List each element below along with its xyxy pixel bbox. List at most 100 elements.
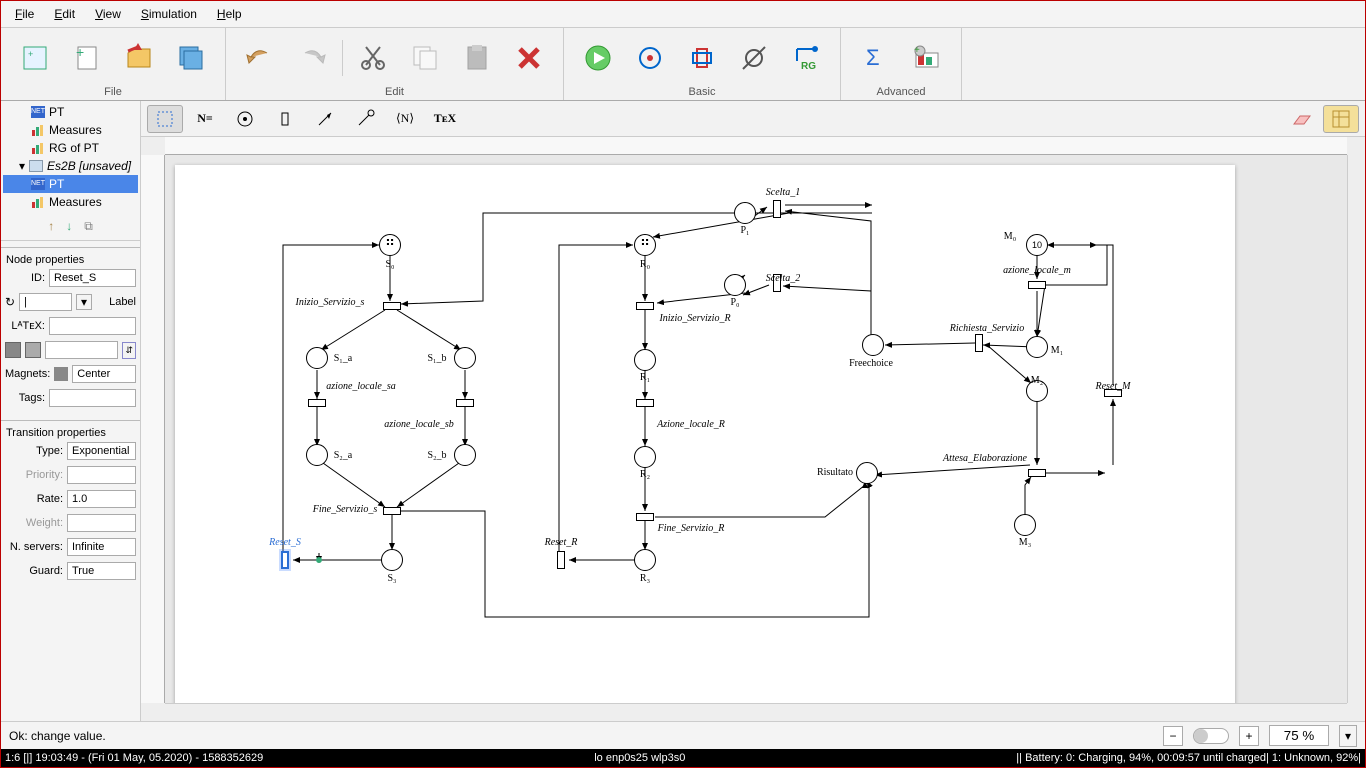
project-tree[interactable]: NETPT Measures RG of PT ▾Es2B [unsaved] … — [1, 101, 140, 213]
tex-tool[interactable]: TᴇX — [427, 105, 463, 133]
expand-icon[interactable]: ⇵ — [122, 342, 136, 359]
new-file-button[interactable]: + — [65, 36, 109, 80]
rate-field[interactable] — [67, 490, 136, 508]
scrollbar-vertical[interactable] — [1347, 155, 1365, 703]
tags-field[interactable] — [49, 389, 136, 407]
col2-button[interactable] — [25, 342, 41, 358]
tree-es2b-pt[interactable]: NETPT — [3, 175, 138, 193]
trans-richiesta-servizio[interactable] — [975, 334, 983, 352]
tree-es2b-measures[interactable]: Measures — [3, 193, 138, 211]
zoom-out-button[interactable]: − — [1163, 726, 1183, 746]
zoom-slider[interactable] — [1193, 728, 1229, 744]
advanced-tool-button[interactable]: + — [905, 36, 949, 80]
nav-up-button[interactable]: ↑ — [48, 219, 54, 234]
menu-file[interactable]: File — [5, 3, 44, 25]
menu-simulation[interactable]: Simulation — [131, 3, 207, 25]
open-button[interactable] — [117, 36, 161, 80]
trans-fine-servizio-s[interactable] — [383, 507, 401, 515]
arc-tool[interactable] — [307, 105, 343, 133]
magnets-check[interactable] — [54, 367, 68, 381]
rg-button[interactable]: RG — [784, 36, 828, 80]
place-r0[interactable]: ⠛ — [634, 234, 656, 256]
place-p1[interactable] — [734, 202, 756, 224]
zoom-in-button[interactable]: + — [1239, 726, 1259, 746]
nav-down-button[interactable]: ↓ — [66, 219, 72, 234]
magnets-field[interactable] — [72, 365, 136, 383]
rotation-dropdown[interactable]: ▾ — [76, 294, 92, 310]
nservers-field[interactable] — [67, 538, 136, 556]
trans-scelta-1[interactable] — [773, 200, 781, 218]
latex-field[interactable] — [49, 317, 136, 335]
place-s3[interactable] — [381, 549, 403, 571]
guard-field[interactable] — [67, 562, 136, 580]
cut-button[interactable] — [351, 36, 395, 80]
label-scelta1: Scelta_1 — [766, 187, 800, 198]
place-r3[interactable] — [634, 549, 656, 571]
place-risultato[interactable] — [856, 462, 878, 484]
place-m1[interactable] — [1026, 336, 1048, 358]
select-tool[interactable] — [147, 105, 183, 133]
trans-fine-servizio-r[interactable] — [636, 513, 654, 521]
label-attesa: Attesa_Elaborazione — [943, 453, 1027, 464]
tree-measures[interactable]: Measures — [3, 121, 138, 139]
place-r1[interactable] — [634, 349, 656, 371]
place-m0[interactable]: 10 — [1026, 234, 1048, 256]
tree-rg[interactable]: RG of PT — [3, 139, 138, 157]
tree-es2b[interactable]: ▾Es2B [unsaved] — [3, 157, 138, 175]
zoom-dropdown[interactable]: ▾ — [1339, 725, 1357, 747]
paste-button[interactable] — [455, 36, 499, 80]
trans-reset-r[interactable] — [557, 551, 565, 569]
inhibitor-arc-tool[interactable] — [347, 105, 383, 133]
trans-azione-locale-sb[interactable] — [456, 399, 474, 407]
latex-label: LᴬTᴇX: — [5, 320, 45, 332]
rotation-field[interactable] — [19, 293, 72, 311]
nav-copy-button[interactable]: ⧉ — [84, 219, 93, 234]
menu-edit[interactable]: Edit — [44, 3, 85, 25]
copy-button[interactable] — [403, 36, 447, 80]
undo-button[interactable] — [238, 36, 282, 80]
transition-tool[interactable] — [267, 105, 303, 133]
ruler-toggle[interactable] — [1323, 105, 1359, 133]
place-s2b[interactable] — [454, 444, 476, 466]
type-field[interactable] — [67, 442, 136, 460]
measure-button[interactable] — [732, 36, 776, 80]
menu-view[interactable]: View — [85, 3, 131, 25]
trans-azione-locale-r[interactable] — [636, 399, 654, 407]
place-m3[interactable] — [1014, 514, 1036, 536]
anglen-tool[interactable]: ⟨N⟩ — [387, 105, 423, 133]
eraser-tool[interactable] — [1283, 105, 1319, 133]
label-r2: R₂ — [640, 469, 650, 480]
place-freechoice[interactable] — [862, 334, 884, 356]
tree-pt[interactable]: NETPT — [3, 103, 138, 121]
unfold-button[interactable] — [680, 36, 724, 80]
trans-reset-s[interactable] — [281, 551, 289, 569]
place-s1b[interactable] — [454, 347, 476, 369]
scrollbar-horizontal[interactable] — [165, 703, 1347, 721]
trans-inizio-servizio-r[interactable] — [636, 302, 654, 310]
trans-azione-locale-m[interactable] — [1028, 281, 1046, 289]
trans-inizio-servizio-s[interactable] — [383, 302, 401, 310]
place-tool[interactable] — [227, 105, 263, 133]
place-s1a[interactable] — [306, 347, 328, 369]
place-r2[interactable] — [634, 446, 656, 468]
place-s0[interactable]: ⠛ — [379, 234, 401, 256]
place-s2a[interactable] — [306, 444, 328, 466]
save-all-button[interactable] — [169, 36, 213, 80]
play-button[interactable] — [576, 36, 620, 80]
neq-tool[interactable]: N= — [187, 105, 223, 133]
trans-attesa-elaborazione[interactable] — [1028, 469, 1046, 477]
sigma-button[interactable]: Σ — [853, 36, 897, 80]
zoom-field[interactable] — [1269, 725, 1329, 746]
trans-azione-locale-sa[interactable] — [308, 399, 326, 407]
id-field[interactable] — [49, 269, 136, 287]
rotate-icon[interactable]: ↻ — [5, 295, 15, 309]
delete-button[interactable] — [507, 36, 551, 80]
place-p0[interactable] — [724, 274, 746, 296]
token-game-button[interactable] — [628, 36, 672, 80]
new-net-button[interactable]: + — [13, 36, 57, 80]
redo-button[interactable] — [290, 36, 334, 80]
petri-net-canvas[interactable]: ⠛ S₀ Inizio_Servizio_s S₁_a S₁_b azione_… — [175, 165, 1235, 703]
col1-button[interactable] — [5, 342, 21, 358]
menu-help[interactable]: Help — [207, 3, 252, 25]
color-field[interactable] — [45, 341, 118, 359]
